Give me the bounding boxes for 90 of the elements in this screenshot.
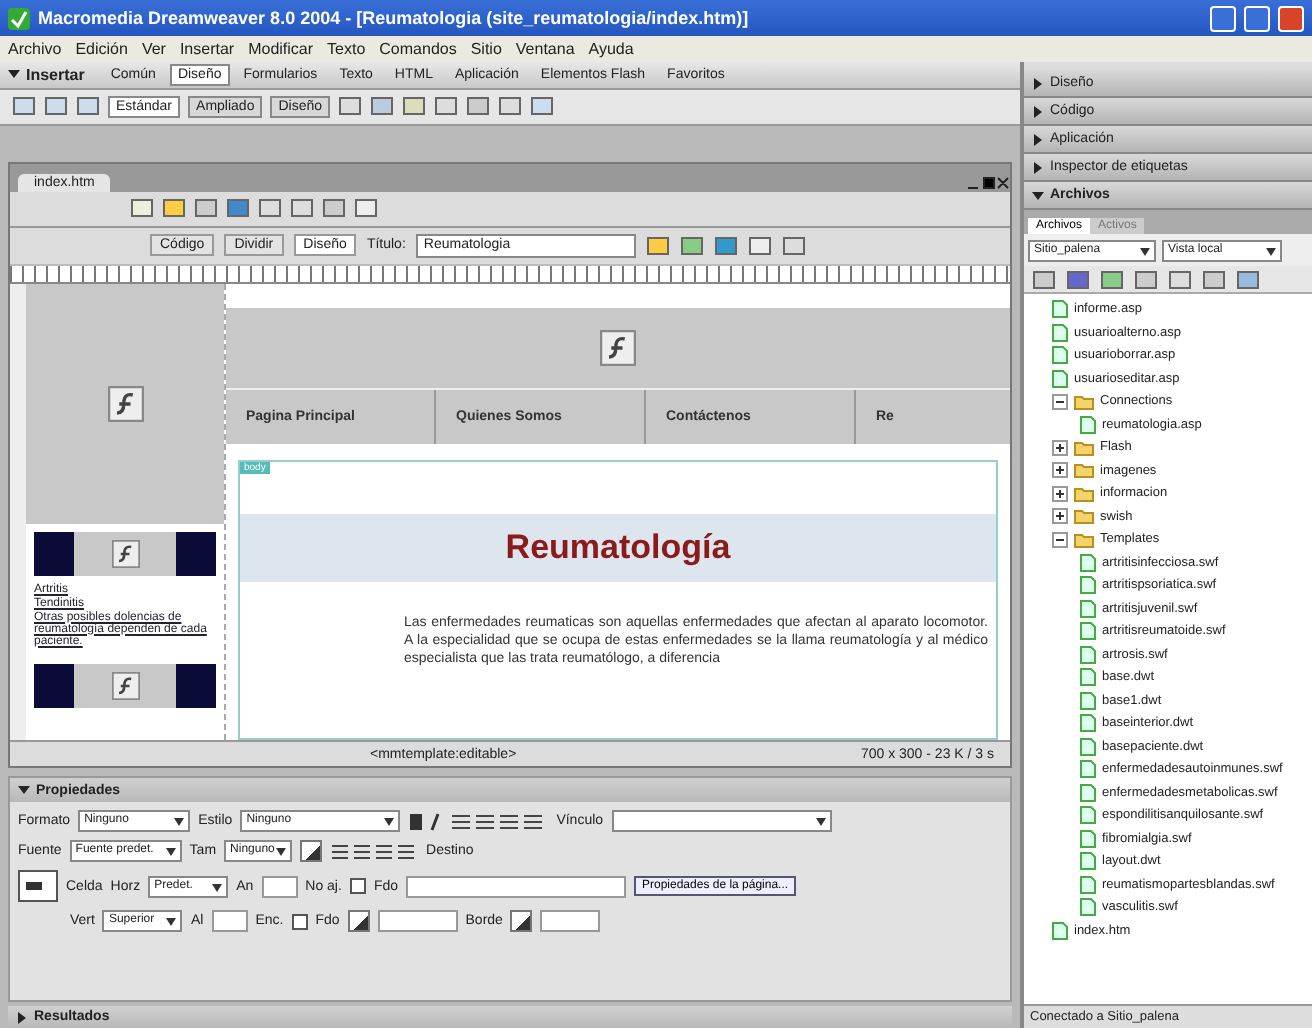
- toolbar-icon[interactable]: [226, 196, 250, 221]
- page-heading: Reumatología: [240, 513, 996, 582]
- table-cell-icon: [18, 870, 58, 903]
- toolbar-icon[interactable]: [781, 233, 806, 258]
- color-picker[interactable]: [347, 910, 370, 933]
- dropdown-caret-icon: [174, 818, 185, 827]
- maximize-button[interactable]: [1244, 5, 1270, 31]
- expand-toggle-icon[interactable]: [1052, 462, 1068, 479]
- dropdown-caret-icon: [276, 848, 287, 857]
- toolbar-icon[interactable]: [747, 233, 772, 258]
- menu-item[interactable]: Ventana: [515, 40, 575, 58]
- toolbar-icon[interactable]: [466, 94, 491, 119]
- file-icon: [1080, 415, 1096, 434]
- checkbox[interactable]: [349, 878, 366, 895]
- checkbox[interactable]: [291, 913, 308, 930]
- menu-item[interactable]: Ayuda: [588, 40, 634, 58]
- close-button[interactable]: [1278, 5, 1304, 31]
- toolbar-icon[interactable]: [44, 94, 68, 119]
- toolbar-icon[interactable]: [258, 196, 282, 221]
- input-field[interactable]: [540, 910, 601, 933]
- flash-placeholder-icon: [111, 539, 139, 568]
- toolbar-icon[interactable]: [322, 196, 346, 221]
- toolbar-icon[interactable]: [645, 233, 670, 258]
- toolbar-icon[interactable]: [434, 94, 459, 119]
- color-picker[interactable]: [300, 840, 323, 863]
- toolbar-icon[interactable]: [1236, 267, 1260, 291]
- dropdown-caret-icon: [166, 918, 177, 927]
- toolbar-icon[interactable]: [1202, 267, 1226, 291]
- input-field[interactable]: [377, 910, 458, 933]
- expand-arrow-icon: [1032, 161, 1044, 173]
- dropdown-caret-icon: [1140, 247, 1150, 255]
- collapse-toggle-icon[interactable]: [1052, 531, 1068, 548]
- toolbar-icon[interactable]: [130, 196, 154, 221]
- toolbar-icon[interactable]: [1032, 267, 1056, 291]
- toolbar-icon[interactable]: [679, 233, 704, 258]
- menu-item[interactable]: Insertar: [179, 40, 235, 58]
- toolbar-icon[interactable]: [162, 196, 186, 221]
- expand-arrow-icon: [16, 1011, 28, 1024]
- toolbar-icon[interactable]: [402, 94, 427, 119]
- dropdown-caret-icon: [165, 848, 176, 857]
- flash-placeholder-icon: [107, 385, 143, 422]
- toolbar-icon[interactable]: [12, 94, 36, 119]
- minimize-button[interactable]: [1210, 5, 1236, 31]
- toolbar-icon[interactable]: [290, 196, 314, 221]
- toolbar-icon[interactable]: [370, 94, 395, 119]
- collapse-arrow-icon: [1032, 189, 1044, 201]
- toolbar-icon[interactable]: [1100, 267, 1124, 291]
- toolbar-icon[interactable]: [713, 233, 738, 258]
- input-field[interactable]: [211, 910, 248, 933]
- app-icon: [8, 7, 30, 29]
- dropdown[interactable]: [611, 810, 832, 833]
- menu-item[interactable]: Comandos: [379, 40, 457, 58]
- dropdown-caret-icon: [1266, 247, 1276, 255]
- menu-item[interactable]: Ver: [141, 40, 166, 58]
- menu-item[interactable]: Texto: [327, 40, 366, 58]
- expand-arrow-icon: [1032, 77, 1044, 89]
- expand-arrow-icon: [1032, 133, 1044, 145]
- expand-toggle-icon[interactable]: [1052, 508, 1068, 525]
- toolbar-icon[interactable]: [498, 94, 523, 119]
- menu-item[interactable]: Archivo: [8, 40, 62, 58]
- dropdown-caret-icon: [384, 818, 395, 827]
- input-field[interactable]: [406, 875, 626, 898]
- collapse-toggle-icon[interactable]: [1052, 393, 1068, 410]
- color-picker[interactable]: [510, 910, 533, 933]
- toolbar-icon[interactable]: [1134, 267, 1158, 291]
- dropdown-caret-icon: [212, 883, 223, 892]
- folder-icon: [1074, 393, 1094, 410]
- dropdown-caret-icon: [815, 818, 826, 827]
- toolbar-icon[interactable]: [354, 196, 378, 221]
- collapse-arrow-icon: [8, 68, 20, 81]
- toolbar-icon[interactable]: [194, 196, 218, 221]
- toolbar-icon[interactable]: [1168, 267, 1192, 291]
- flash-placeholder-icon: [111, 671, 139, 700]
- window-title: Macromedia Dreamweaver 8.0 2004 - [Reumatologia (site_reumatologia/index.htm)]: [38, 8, 751, 28]
- menu-item[interactable]: Edición: [75, 40, 128, 58]
- input-field[interactable]: [261, 875, 298, 898]
- insert-bar-title[interactable]: Insertar: [26, 65, 85, 84]
- toolbar-icon[interactable]: [530, 94, 555, 119]
- toolbar-icon[interactable]: [1066, 267, 1090, 291]
- toolbar-icon[interactable]: [338, 94, 363, 119]
- window-controls-icon[interactable]: [966, 175, 1010, 192]
- menu-item[interactable]: Modificar: [248, 40, 314, 58]
- collapse-arrow-icon: [18, 784, 30, 797]
- list-indent-icons[interactable]: [330, 841, 419, 862]
- flash-placeholder-icon: [600, 329, 636, 366]
- expand-toggle-icon[interactable]: [1052, 439, 1068, 456]
- toolbar-icon[interactable]: [76, 94, 100, 119]
- menu-item[interactable]: Sitio: [470, 40, 502, 58]
- expand-arrow-icon: [1032, 105, 1044, 117]
- expand-toggle-icon[interactable]: [1052, 485, 1068, 502]
